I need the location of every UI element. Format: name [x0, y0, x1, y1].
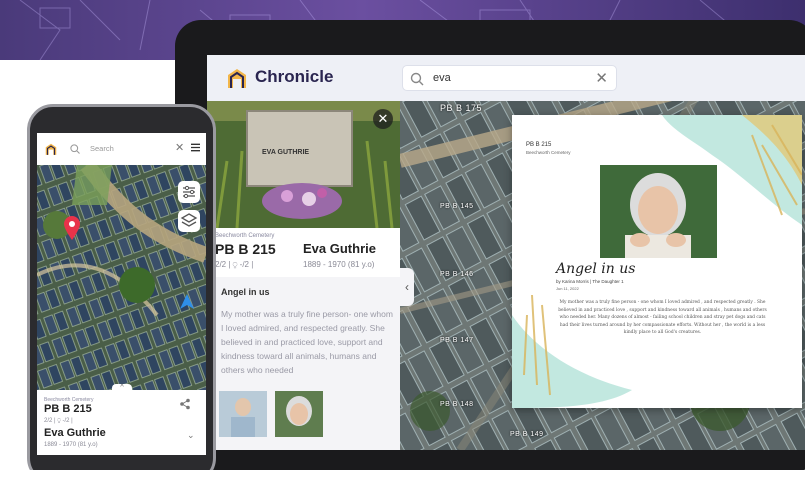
- plot-label: PB B 148: [440, 401, 474, 408]
- card-cemetery: Beechworth Cemetery: [526, 150, 571, 155]
- card-plot-id: PB B 215: [526, 142, 552, 148]
- plot-id: PB B 215: [44, 403, 92, 415]
- bottom-margin: [0, 470, 805, 491]
- close-panel-icon[interactable]: ✕: [373, 109, 393, 129]
- story-title: Angel in us: [221, 287, 270, 297]
- chronicle-logo-icon: [45, 143, 57, 155]
- memorial-card: PB B 215 Beechworth Cemetery Angel in us…: [512, 115, 802, 408]
- plot-id: PB B 215: [215, 241, 276, 257]
- phone-screen: Search ✕ ^ Beechworth Cemetery PB B 215 …: [37, 133, 206, 455]
- chevron-down-icon[interactable]: ⌄: [187, 430, 195, 441]
- plot-counts: 2/2 | ⍜ -/2 |: [215, 260, 254, 269]
- locate-arrow-icon[interactable]: [178, 293, 196, 311]
- menu-icon[interactable]: [191, 143, 200, 152]
- cemetery-name: Beechworth Cemetery: [215, 233, 275, 239]
- plot-label: PB B 147: [440, 337, 474, 344]
- collapse-panel-button[interactable]: ‹: [400, 268, 414, 306]
- clear-search-icon[interactable]: ✕: [595, 69, 608, 87]
- search-icon: [410, 72, 424, 86]
- plot-label: PB B 145: [440, 203, 474, 210]
- story-thumbnail[interactable]: [275, 391, 323, 437]
- map-pin-icon[interactable]: [62, 215, 82, 241]
- headstone-image: [207, 101, 400, 228]
- plot-label: PB B 149: [510, 431, 544, 438]
- brand-name: Chronicle: [255, 67, 334, 86]
- search-input[interactable]: eva ✕: [402, 65, 617, 91]
- story-text: My mother was a truly fine person- one w…: [221, 309, 393, 375]
- person-name: Eva Guthrie: [303, 241, 376, 256]
- portrait-image: [600, 165, 717, 258]
- filter-sliders-icon: [183, 185, 195, 199]
- life-years: 1889 - 1970 (81 y.o): [44, 442, 98, 448]
- card-title: Angel in us: [556, 261, 636, 277]
- search-icon: [70, 144, 80, 154]
- layers-icon: [180, 213, 198, 227]
- thumbnail-image: [275, 391, 323, 437]
- story-thumbnail[interactable]: [219, 391, 267, 437]
- phone-search-input[interactable]: Search: [90, 144, 114, 153]
- close-icon[interactable]: ✕: [175, 141, 184, 154]
- layers-button[interactable]: [178, 210, 200, 232]
- headstone-inscription: EVA GUTHRIE: [262, 149, 310, 156]
- portrait-photo: [600, 165, 717, 258]
- card-date: Jun 11, 2022: [556, 286, 579, 291]
- search-value: eva: [433, 72, 451, 84]
- share-icon[interactable]: [179, 398, 191, 410]
- person-name: Eva Guthrie: [44, 427, 106, 439]
- tablet-topbar: Chronicle eva ✕: [207, 55, 805, 101]
- plot-counts: 2/2 | ⍜ -/2 |: [44, 418, 73, 424]
- phone-satellite-map[interactable]: [37, 165, 206, 393]
- phone-detail-sheet[interactable]: Beechworth Cemetery PB B 215 2/2 | ⍜ -/2…: [37, 390, 206, 455]
- thumbnail-image: [219, 391, 267, 437]
- card-byline: by Karina Morris | The Daughter 1: [556, 279, 624, 284]
- life-years: 1889 - 1970 (81 y.o): [303, 260, 375, 269]
- headstone-photo[interactable]: EVA GUTHRIE: [207, 101, 400, 228]
- filter-button[interactable]: [178, 181, 200, 203]
- card-text: My mother was a truly fine person - one …: [558, 300, 767, 335]
- plot-label: PB B 175: [440, 103, 483, 113]
- plot-label: PB B 146: [440, 271, 474, 278]
- phone-topbar: Search ✕: [37, 133, 206, 165]
- chronicle-logo-icon: [228, 69, 246, 88]
